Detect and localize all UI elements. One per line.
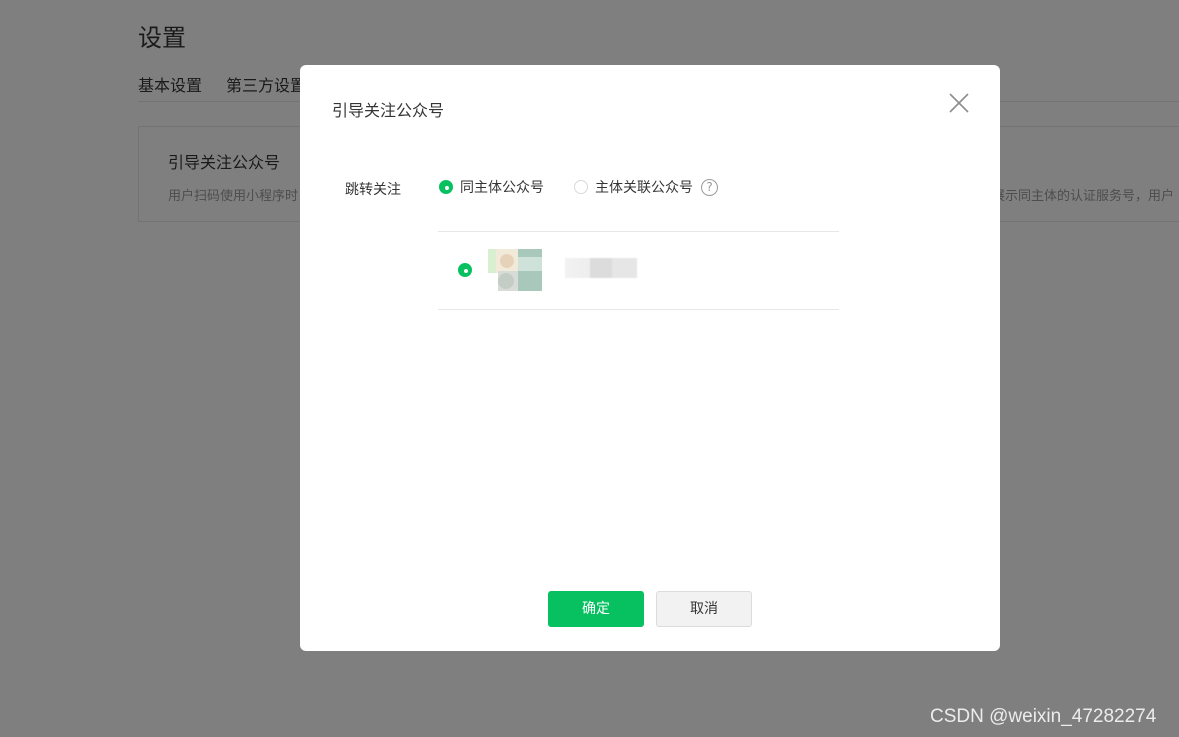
close-icon [949, 93, 969, 113]
question-circle-icon[interactable]: ? [701, 178, 718, 196]
dialog-title: 引导关注公众号 [332, 101, 445, 120]
account-name [565, 258, 637, 278]
confirm-button[interactable]: 确定 [548, 591, 644, 627]
watermark: CSDN @weixin_47282274 [930, 706, 1157, 727]
cancel-button[interactable]: 取消 [656, 591, 752, 627]
radio-related-subject-account[interactable]: 主体关联公众号 ? [574, 177, 718, 197]
radio-checked-icon [458, 263, 472, 277]
jump-follow-label: 跳转关注 [345, 182, 401, 198]
close-button[interactable] [946, 90, 972, 116]
radio-same-subject-account[interactable]: 同主体公众号 [439, 177, 544, 197]
radio-label-related-subject: 主体关联公众号 [595, 180, 693, 196]
radio-unchecked-icon [574, 180, 588, 194]
radio-label-same-subject: 同主体公众号 [460, 180, 544, 196]
account-radio[interactable] [458, 263, 472, 277]
account-avatar [488, 249, 542, 291]
radio-checked-icon [439, 180, 453, 194]
follow-account-dialog: 引导关注公众号 跳转关注 同主体公众号 主体关联公众号 ? 确定 取消 [300, 65, 1000, 651]
account-list [438, 231, 839, 310]
